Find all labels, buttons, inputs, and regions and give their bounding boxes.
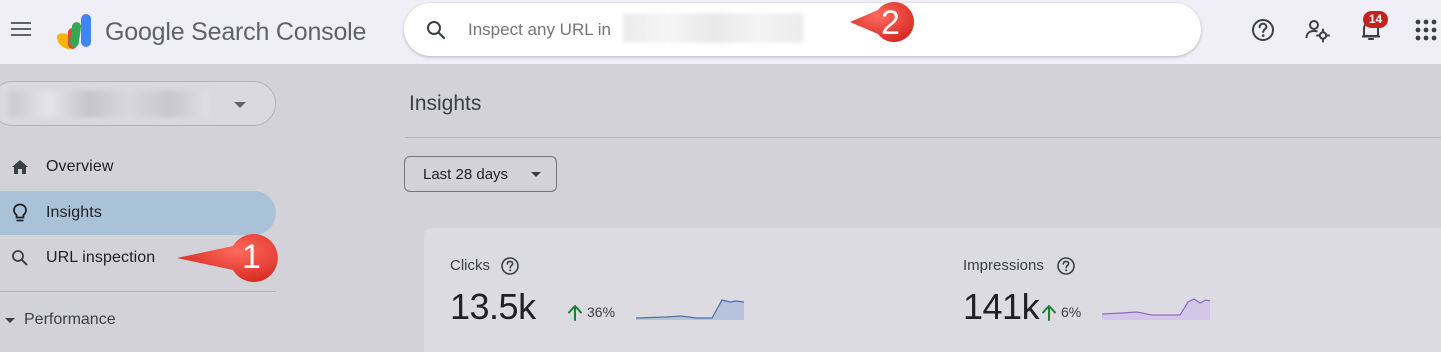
apps-grid-icon[interactable] — [1413, 17, 1439, 43]
metric-value: 13.5k — [450, 286, 536, 327]
app-title: Google Search Console — [105, 18, 367, 46]
sidebar-divider — [0, 291, 276, 292]
annotation-number-2: 2 — [881, 4, 900, 42]
notification-badge: 14 — [1363, 11, 1388, 28]
metric-clicks: Clicks 13.5k 36% — [450, 228, 920, 352]
metrics-card: Clicks 13.5k 36% Impressions 141k 6% — [424, 228, 1441, 352]
help-icon[interactable] — [500, 256, 520, 276]
metric-label: Clicks — [450, 257, 490, 274]
metric-delta: 6% — [1061, 304, 1082, 320]
collapse-caret-icon — [5, 318, 15, 323]
sidebar-section-performance[interactable]: Performance — [0, 305, 276, 335]
lightbulb-icon — [13, 203, 27, 222]
sidebar-item-overview[interactable]: Overview — [0, 145, 276, 189]
help-icon[interactable] — [1056, 256, 1076, 276]
metric-value: 141k — [963, 286, 1040, 327]
annotation-number-1: 1 — [242, 238, 261, 276]
dropdown-caret-icon — [234, 102, 246, 108]
annotation-callout-1 — [177, 234, 278, 282]
menu-icon[interactable] — [8, 18, 34, 44]
clicks-sparkline — [636, 299, 745, 320]
title-divider — [405, 137, 1441, 138]
metric-label: Impressions — [963, 257, 1044, 274]
sidebar-item-label: Insights — [46, 204, 102, 221]
impressions-sparkline — [1102, 298, 1211, 320]
top-app-bar: Google Search Console 14 — [0, 0, 1441, 64]
metric-impressions: Impressions 141k 6% — [963, 228, 1433, 352]
metric-delta: 36% — [587, 304, 616, 320]
section-label: Performance — [24, 311, 116, 328]
redacted-property — [9, 91, 209, 117]
search-input[interactable] — [468, 3, 628, 56]
page-title: Insights — [409, 92, 482, 115]
sidebar-item-insights[interactable]: Insights — [0, 191, 276, 235]
property-selector[interactable] — [0, 81, 276, 126]
search-icon — [12, 250, 28, 266]
redacted-property-name — [623, 13, 803, 43]
arrow-up-icon — [568, 305, 582, 321]
sidebar-item-label: Overview — [46, 158, 114, 175]
search-icon[interactable] — [424, 18, 448, 42]
help-icon[interactable] — [1250, 17, 1276, 43]
home-icon — [12, 160, 28, 174]
user-settings-icon[interactable] — [1304, 17, 1330, 43]
search-console-logo[interactable] — [55, 14, 93, 50]
date-range-dropdown[interactable]: Last 28 days — [404, 156, 557, 192]
arrow-up-icon — [1042, 305, 1056, 321]
chevron-down-icon — [531, 172, 541, 177]
date-range-label: Last 28 days — [423, 166, 509, 183]
sidebar-item-label: URL inspection — [46, 249, 156, 266]
url-inspection-search[interactable] — [404, 3, 1201, 56]
